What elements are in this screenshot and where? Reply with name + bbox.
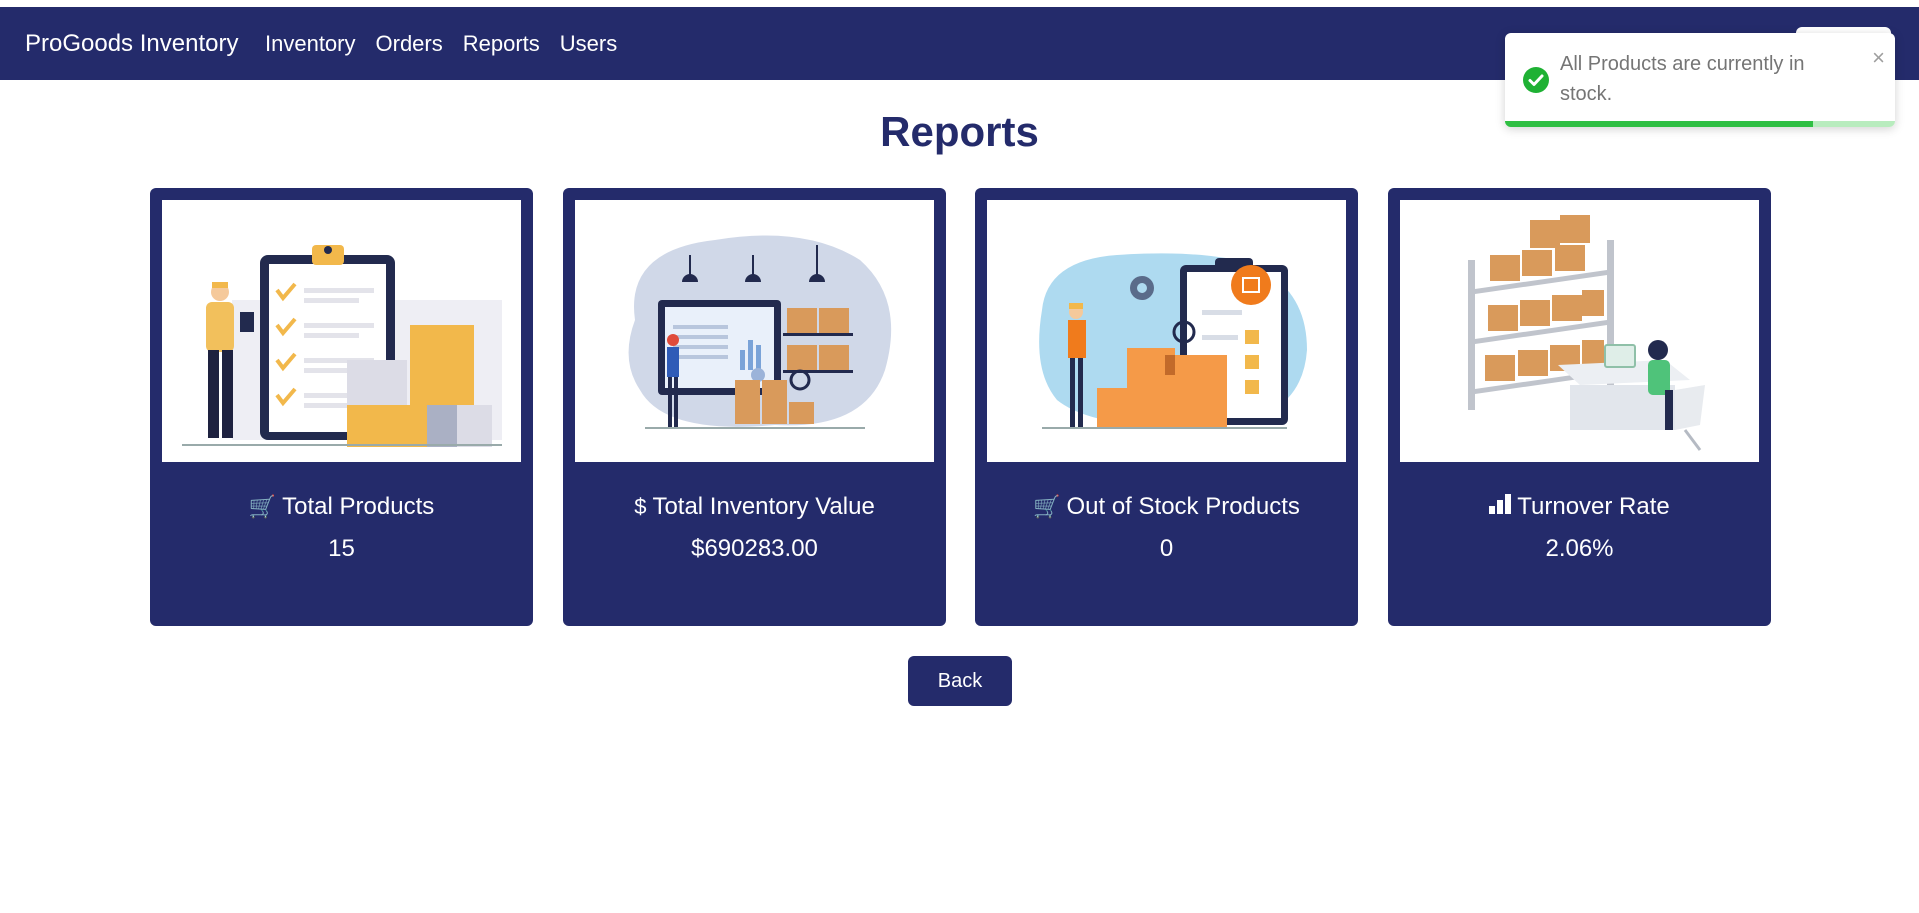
- cart-x-icon: 🛒: [1033, 494, 1061, 519]
- dashboard-illustration: [575, 200, 934, 462]
- check-circle-icon: [1523, 67, 1549, 93]
- dollar-icon: $: [634, 494, 647, 519]
- nav-orders[interactable]: Orders: [376, 31, 443, 57]
- nav-links: Inventory Orders Reports Users: [265, 7, 637, 80]
- card-total-products: 🛒 Total Products 15: [150, 188, 533, 626]
- card-label: Turnover Rate: [1517, 493, 1670, 520]
- card-value: 15: [328, 535, 355, 562]
- warehouse-worker-illustration: [987, 200, 1346, 462]
- card-out-of-stock-products: 🛒 Out of Stock Products 0: [975, 188, 1358, 626]
- card-label: Total Inventory Value: [652, 493, 875, 520]
- nav-inventory[interactable]: Inventory: [265, 31, 356, 57]
- card-label: Out of Stock Products: [1066, 493, 1300, 520]
- nav-reports[interactable]: Reports: [463, 31, 540, 57]
- card-label: Total Products: [282, 493, 435, 520]
- bar-chart-icon: [1489, 494, 1512, 520]
- cart-icon: 🛒: [248, 494, 277, 519]
- nav-users[interactable]: Users: [560, 31, 617, 57]
- card-value: 2.06%: [1545, 535, 1614, 562]
- top-strip: [0, 0, 1919, 7]
- card-total-inventory-value: $ Total Inventory Value $690283.00: [563, 188, 946, 626]
- back-button[interactable]: Back: [908, 656, 1012, 706]
- toast-message: All Products are currently in stock.: [1560, 53, 1805, 105]
- clipboard-illustration: [162, 200, 521, 462]
- page-title: Reports: [880, 108, 1039, 155]
- card-value: $690283.00: [691, 535, 818, 562]
- close-icon[interactable]: ×: [1872, 45, 1885, 71]
- card-value: 0: [1159, 535, 1174, 562]
- brand-link[interactable]: ProGoods Inventory: [25, 7, 238, 80]
- card-turnover-rate: Turnover Rate 2.06%: [1388, 188, 1771, 626]
- shelving-illustration: [1400, 200, 1759, 462]
